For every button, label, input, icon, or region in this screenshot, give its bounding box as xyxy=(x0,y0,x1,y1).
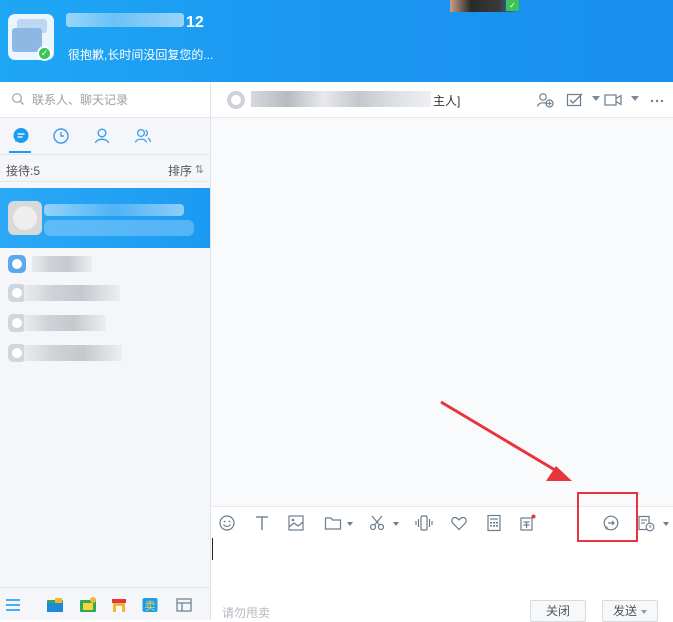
annotation-highlight-box xyxy=(577,492,638,542)
send-button-label: 发送 xyxy=(612,604,637,618)
list-item[interactable] xyxy=(0,279,210,307)
chevron-down-icon[interactable] xyxy=(592,96,600,101)
avatar xyxy=(8,201,42,235)
profile-header: ✓ 12 很抱歉,长时间没回复您的... ✓ xyxy=(0,0,673,82)
emoji-icon[interactable] xyxy=(218,514,236,532)
username-blurred xyxy=(66,13,184,27)
left-panel: 接待:5 排序 ⇅ xyxy=(0,82,211,620)
heart-icon[interactable] xyxy=(450,514,468,532)
history-icon[interactable] xyxy=(637,514,655,532)
conversation-preview-blurred xyxy=(44,220,194,236)
online-check-icon: ✓ xyxy=(506,0,519,11)
sort-icon[interactable]: ⇅ xyxy=(195,163,204,176)
chevron-down-icon[interactable] xyxy=(347,522,353,526)
more-icon[interactable] xyxy=(648,92,666,108)
message-area[interactable] xyxy=(211,118,673,506)
reception-count: 接待:5 xyxy=(6,164,41,178)
close-button[interactable]: 关闭 xyxy=(530,600,586,622)
image-icon[interactable] xyxy=(287,514,305,532)
gift-icon[interactable] xyxy=(518,514,536,532)
list-item[interactable] xyxy=(0,250,210,278)
folder-icon[interactable] xyxy=(324,514,342,532)
search-icon xyxy=(12,93,24,105)
text-cursor xyxy=(212,538,213,560)
online-check-icon: ✓ xyxy=(37,46,52,61)
clock-icon[interactable] xyxy=(51,126,71,146)
conversation-name-blurred xyxy=(24,345,122,361)
shop-icon[interactable] xyxy=(110,597,128,613)
sort-button[interactable]: 排序 xyxy=(168,162,192,179)
chevron-down-icon[interactable] xyxy=(631,96,639,101)
message-input[interactable]: 请勿甩卖 关闭 发送 xyxy=(211,538,673,622)
app-box-icon[interactable] xyxy=(79,597,97,613)
bottom-toolbar: 卖 xyxy=(0,587,210,620)
tab-active-indicator xyxy=(9,151,31,153)
task-icon[interactable] xyxy=(566,92,584,108)
chat-title-suffix: 主人] xyxy=(433,94,461,108)
username-suffix: 12 xyxy=(186,14,204,31)
close-button-label: 关闭 xyxy=(545,604,570,618)
font-icon[interactable] xyxy=(253,514,271,532)
top-thumbnail: ✓ xyxy=(450,0,520,12)
layout-icon[interactable] xyxy=(175,597,193,613)
send-button[interactable]: 发送 xyxy=(602,600,658,622)
sell-icon[interactable]: 卖 xyxy=(141,597,159,613)
list-item[interactable] xyxy=(0,339,210,367)
reception-bar: 接待:5 排序 ⇅ xyxy=(0,154,210,182)
chevron-down-icon[interactable] xyxy=(663,522,669,526)
input-hint: 请勿甩卖 xyxy=(222,606,271,620)
calculator-icon[interactable] xyxy=(485,514,503,532)
chevron-down-icon[interactable] xyxy=(393,522,399,526)
conversation-name-blurred xyxy=(24,285,120,301)
scissors-icon[interactable] xyxy=(368,514,386,532)
search-input[interactable] xyxy=(32,91,202,109)
vibrate-icon[interactable] xyxy=(415,514,433,532)
profile-signature[interactable]: 很抱歉,长时间没回复您的... xyxy=(68,46,213,63)
conversation-name-blurred xyxy=(32,256,92,272)
conversation-item-active[interactable] xyxy=(0,188,210,248)
group-icon[interactable] xyxy=(133,126,153,146)
avatar xyxy=(227,91,245,109)
add-contact-icon[interactable] xyxy=(536,92,554,108)
conversation-name-blurred xyxy=(44,204,184,216)
person-icon[interactable] xyxy=(92,126,112,146)
app-folder-icon[interactable] xyxy=(46,597,64,613)
svg-text:卖: 卖 xyxy=(145,600,156,613)
chat-icon[interactable] xyxy=(11,126,31,146)
chat-header: 主人] xyxy=(211,82,673,118)
search-bar xyxy=(0,82,210,118)
avatar xyxy=(8,255,26,273)
chevron-down-icon[interactable] xyxy=(641,609,647,614)
menu-icon[interactable] xyxy=(4,597,22,613)
list-item[interactable] xyxy=(0,309,210,337)
video-icon[interactable] xyxy=(604,92,622,108)
chat-title-blurred xyxy=(251,91,431,107)
conversation-name-blurred xyxy=(24,315,106,331)
left-tabs xyxy=(0,118,210,154)
